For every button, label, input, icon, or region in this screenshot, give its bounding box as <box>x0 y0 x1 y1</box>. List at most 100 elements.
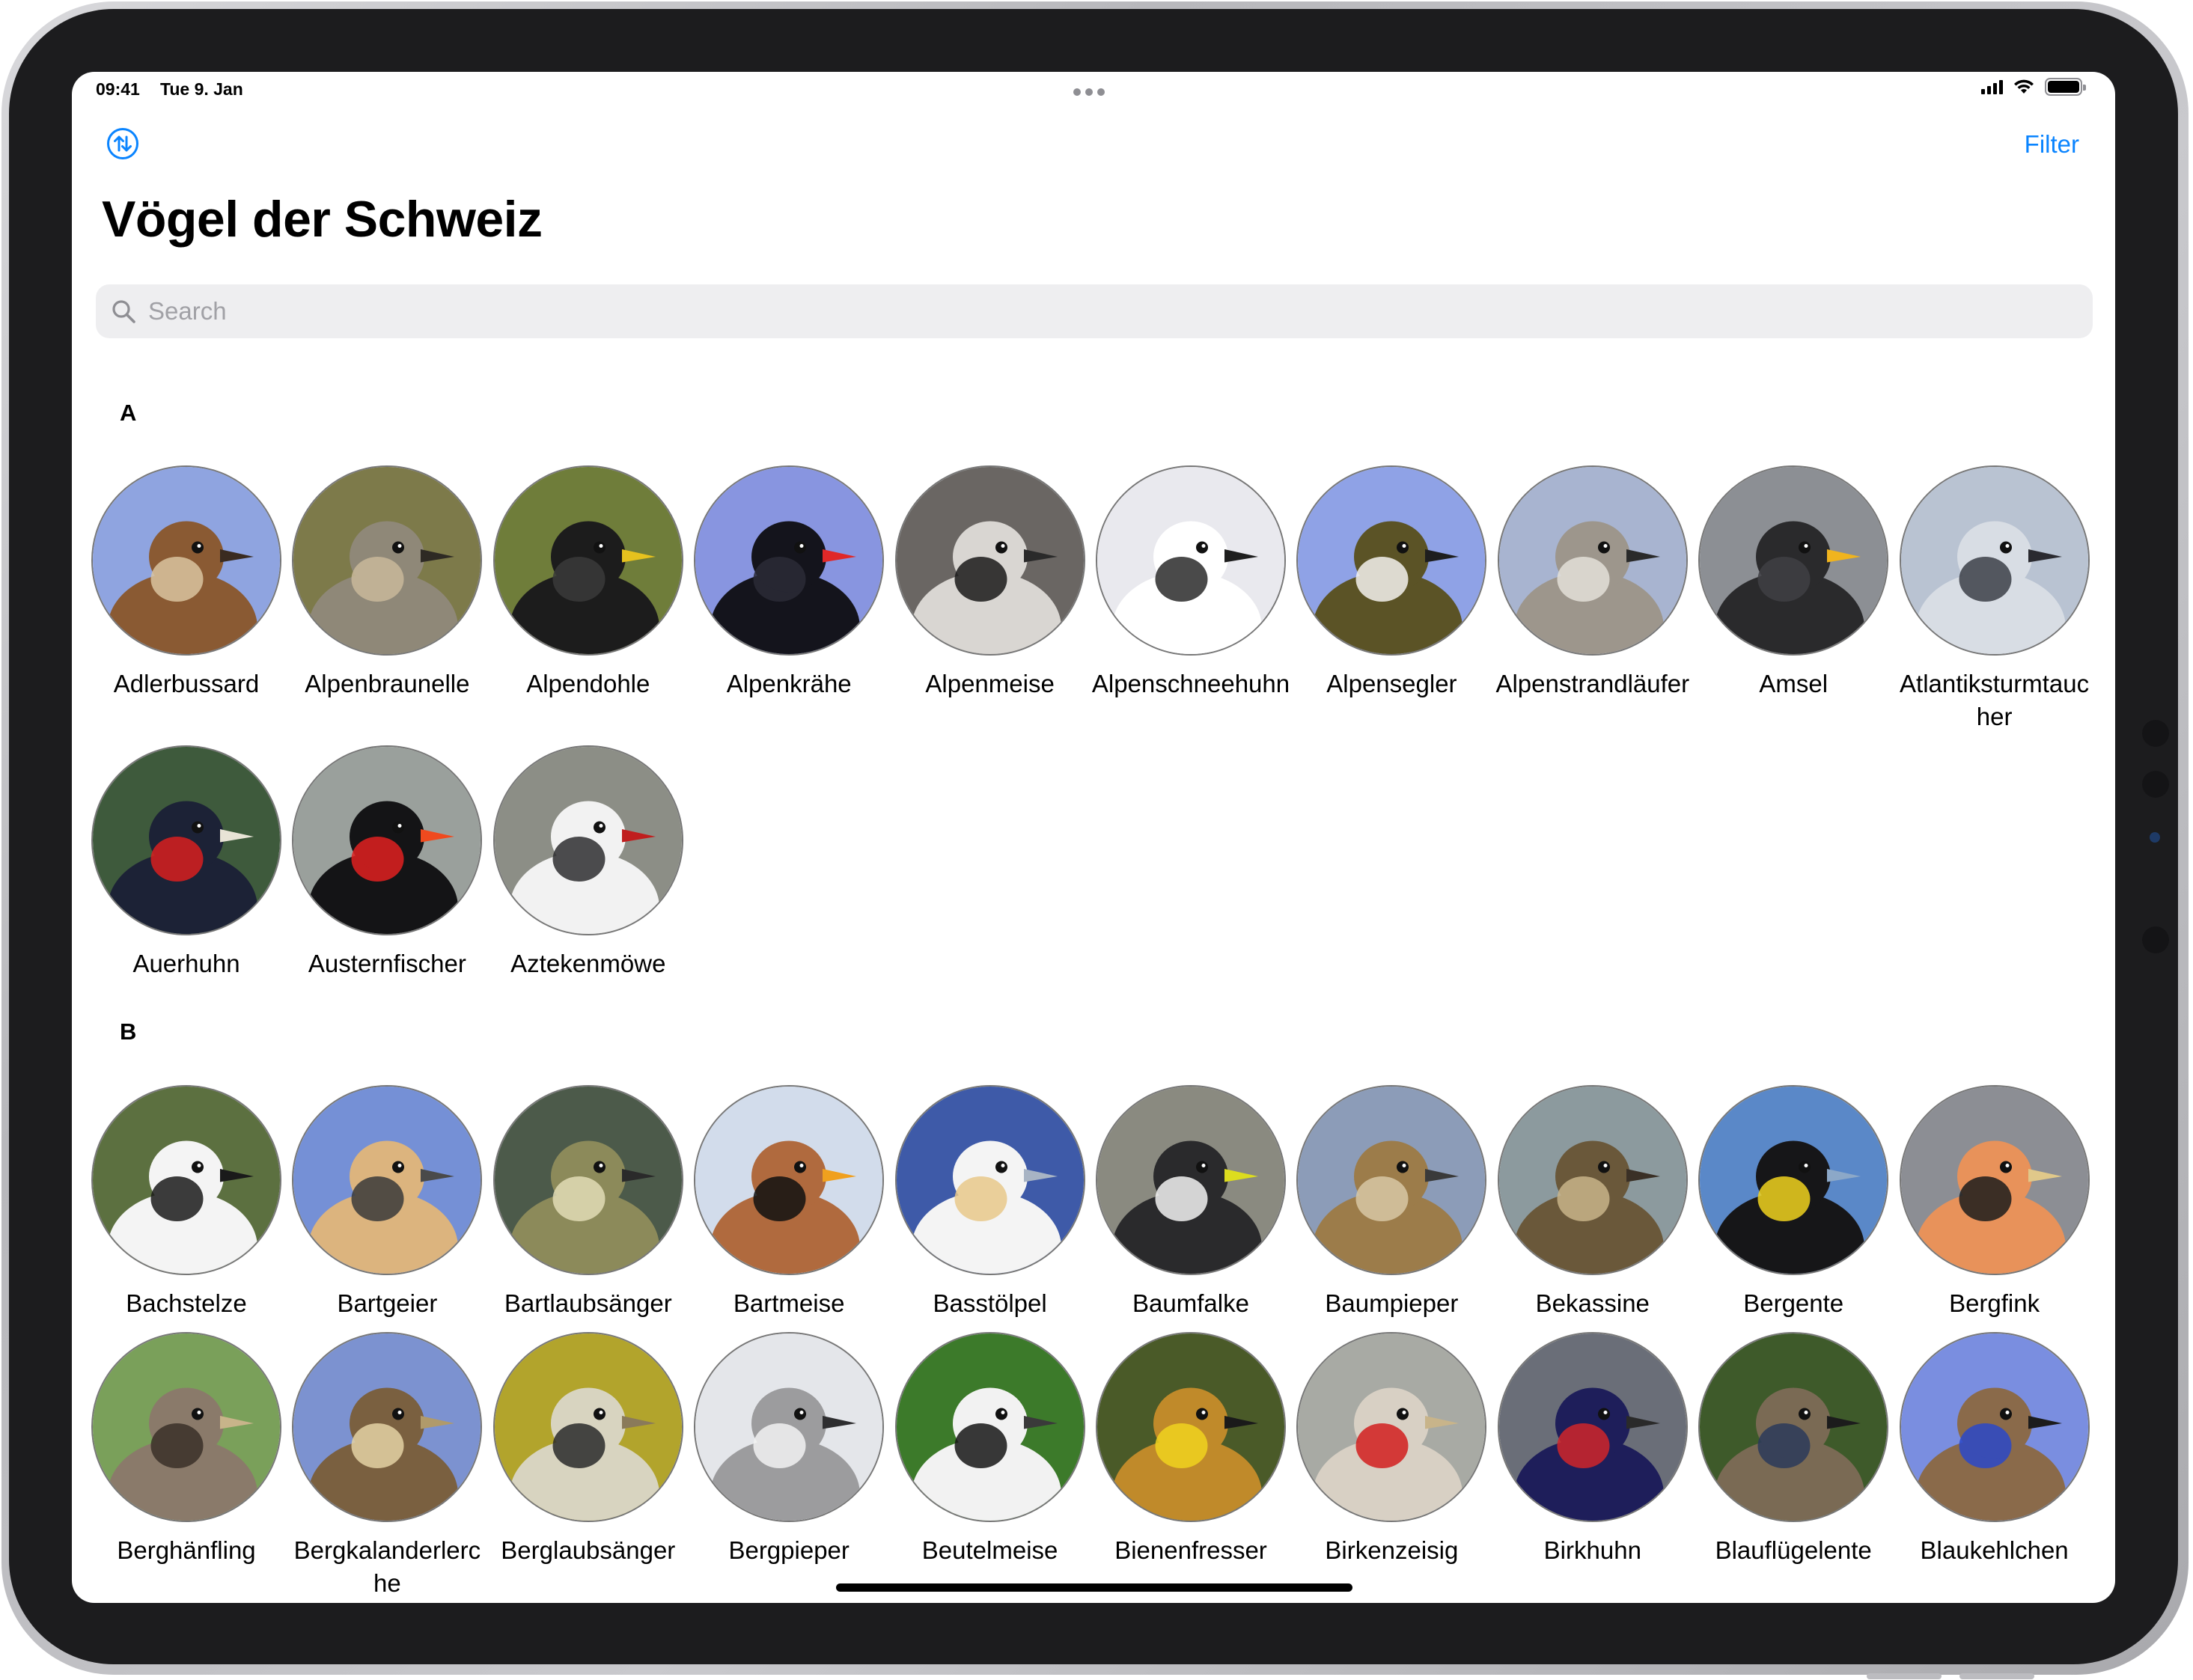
bird-photo <box>694 465 885 656</box>
bird-item[interactable]: Baumpieper <box>1292 1085 1491 1320</box>
bird-item[interactable]: Berglaubsänger <box>489 1332 688 1567</box>
bird-name: Alpenkrähe <box>726 670 852 697</box>
bird-item[interactable]: Adlerbussard <box>87 465 286 700</box>
bird-photo <box>1899 1332 2090 1522</box>
bird-name: Austernfischer <box>308 950 466 977</box>
home-indicator[interactable] <box>836 1583 1352 1592</box>
search-bar[interactable] <box>96 284 2093 338</box>
bird-photo <box>894 1085 1085 1275</box>
bird-item[interactable]: Amsel <box>1694 465 1893 700</box>
bird-item[interactable]: Baumfalke <box>1091 1085 1290 1320</box>
bird-photo <box>1698 1332 1889 1522</box>
bird-photo <box>292 1332 483 1522</box>
filter-button[interactable]: Filter <box>2025 130 2079 159</box>
sort-button[interactable] <box>106 127 139 160</box>
bird-name: Bergkalanderlerche <box>293 1536 481 1597</box>
bird-photo <box>91 1332 281 1522</box>
bird-name: Basstölpel <box>933 1289 1047 1317</box>
bird-name: Bachstelze <box>126 1289 247 1317</box>
bird-item[interactable]: Birkhuhn <box>1493 1332 1692 1567</box>
bird-item[interactable]: Blauflügelente <box>1694 1332 1893 1567</box>
bird-photo <box>492 465 683 656</box>
bird-photo <box>91 465 281 656</box>
bird-item[interactable]: Alpenmeise <box>891 465 1090 700</box>
bird-name: Baumpieper <box>1325 1289 1459 1317</box>
bird-name: Birkenzeisig <box>1325 1536 1459 1564</box>
bird-name: Baumfalke <box>1132 1289 1249 1317</box>
bird-photo <box>694 1085 885 1275</box>
bird-name: Bienenfresser <box>1114 1536 1267 1564</box>
bird-photo <box>492 745 683 935</box>
bird-photo <box>894 1332 1085 1522</box>
bird-item[interactable]: Auerhuhn <box>87 745 286 980</box>
bird-item[interactable]: Austernfischer <box>287 745 487 980</box>
bird-name: Blauflügelente <box>1715 1536 1872 1564</box>
bird-photo <box>292 1085 483 1275</box>
bird-name: Berghänfling <box>117 1536 256 1564</box>
cellular-signal-icon <box>1981 79 2003 94</box>
bird-photo <box>292 465 483 656</box>
bird-item[interactable]: Alpenkrähe <box>689 465 888 700</box>
bird-name: Berglaubsänger <box>501 1536 676 1564</box>
status-icons <box>1981 78 2086 96</box>
bird-item[interactable]: Bartmeise <box>689 1085 888 1320</box>
bird-item[interactable]: Bartgeier <box>287 1085 487 1320</box>
bird-item[interactable]: Berghänfling <box>87 1332 286 1567</box>
bird-name: Alpenmeise <box>925 670 1055 697</box>
bird-name: Atlantiksturmtaucher <box>1900 670 2090 730</box>
bird-name: Birkhuhn <box>1543 1536 1641 1564</box>
app-screen: 09:41 Tue 9. Jan Filter Vögel der Schwei… <box>72 72 2115 1603</box>
camera-sensor <box>2142 926 2169 953</box>
bird-item[interactable]: Alpenbraunelle <box>287 465 487 700</box>
bird-item[interactable]: Atlantiksturmtaucher <box>1895 465 2094 733</box>
bird-item[interactable]: Bachstelze <box>87 1085 286 1320</box>
wifi-icon <box>2014 79 2034 94</box>
bird-item[interactable]: Bartlaubsänger <box>489 1085 688 1320</box>
bird-photo <box>492 1085 683 1275</box>
bird-item[interactable]: Bergkalanderlerche <box>287 1332 487 1600</box>
bird-item[interactable]: Birkenzeisig <box>1292 1332 1491 1567</box>
bird-item[interactable]: Bergente <box>1694 1085 1893 1320</box>
bird-photo <box>91 1085 281 1275</box>
bird-name: Blaukehlchen <box>1920 1536 2069 1564</box>
hardware-button <box>1959 1673 2034 1679</box>
bird-photo <box>1899 465 2090 656</box>
bird-item[interactable]: Basstölpel <box>891 1085 1090 1320</box>
battery-icon <box>2045 78 2086 96</box>
bird-photo <box>292 745 483 935</box>
section-header-a: A <box>120 400 137 426</box>
bird-photo <box>1096 465 1286 656</box>
bird-photo <box>694 1332 885 1522</box>
bird-photo <box>1497 1332 1688 1522</box>
search-input[interactable] <box>148 297 2019 326</box>
bird-item[interactable]: Alpenschneehuhn <box>1091 465 1290 700</box>
multitasking-indicator[interactable] <box>1073 88 1105 96</box>
bird-item[interactable]: Aztekenmöwe <box>489 745 688 980</box>
bird-item[interactable]: Alpensegler <box>1292 465 1491 700</box>
bird-photo <box>1096 1332 1286 1522</box>
bird-photo <box>1096 1085 1286 1275</box>
bird-photo <box>1899 1085 2090 1275</box>
bird-name: Bekassine <box>1535 1289 1650 1317</box>
page-title: Vögel der Schweiz <box>102 191 543 248</box>
bird-item[interactable]: Beutelmeise <box>891 1332 1090 1567</box>
bird-item[interactable]: Bergfink <box>1895 1085 2094 1320</box>
camera-lens <box>2150 832 2160 843</box>
bird-name: Bartlaubsänger <box>504 1289 672 1317</box>
bird-item[interactable]: Bergpieper <box>689 1332 888 1567</box>
bird-name: Bergfink <box>1949 1289 2040 1317</box>
bird-name: Alpenbraunelle <box>305 670 470 697</box>
section-header-b: B <box>120 1018 137 1045</box>
bird-photo <box>91 745 281 935</box>
camera-sensor <box>2142 771 2169 798</box>
bird-name: Amsel <box>1759 670 1828 697</box>
bird-item[interactable]: Blaukehlchen <box>1895 1332 2094 1567</box>
bird-photo <box>1497 465 1688 656</box>
bird-item[interactable]: Bienenfresser <box>1091 1332 1290 1567</box>
bird-name: Alpensegler <box>1326 670 1457 697</box>
bird-item[interactable]: Alpenstrandläufer <box>1493 465 1692 700</box>
bird-item[interactable]: Bekassine <box>1493 1085 1692 1320</box>
bird-name: Bergente <box>1743 1289 1844 1317</box>
bird-item[interactable]: Alpendohle <box>489 465 688 700</box>
bird-photo <box>1296 465 1487 656</box>
